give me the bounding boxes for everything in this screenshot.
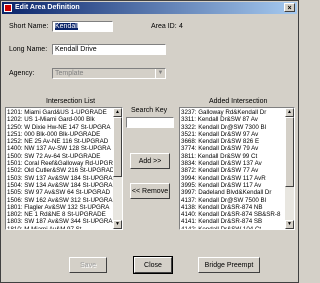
list-item[interactable]: 1803: SW 187 Av&SW 344 St-UPGRA	[7, 218, 113, 225]
list-item[interactable]: 3997: Dadeland Blvd&Kendall Dr	[181, 189, 285, 196]
chevron-down-icon[interactable]: ▼	[155, 69, 165, 78]
app-icon	[4, 4, 12, 12]
list-item[interactable]: 3994: Kendall Dr&SW 117 AvR	[181, 175, 285, 182]
list-item[interactable]: 1201: Miami Gard&US 1-UPGRADE	[7, 109, 113, 116]
search-key-input[interactable]	[126, 117, 174, 128]
list-item[interactable]: 1504: SW 134 Av&SW 184 St-UPGRA	[7, 182, 113, 189]
list-item[interactable]: 4142: Kendall Dr&SW 104 Ct	[181, 226, 285, 229]
agency-select[interactable]: Template ▼	[52, 68, 166, 79]
list-item[interactable]: 3995: Kendall Dr&SW 117 Av	[181, 182, 285, 189]
list-item[interactable]: 4138: Kendall Dr&SR-874 NB	[181, 204, 285, 211]
list-item[interactable]: 3521: Kendall Dr&SW 97 Av	[181, 131, 285, 138]
list-item[interactable]: 1506: SW 162 Av&SW 312 St-UPGRA	[7, 197, 113, 204]
list-item[interactable]: 3774: Kendall Dr&SW 79 Av	[181, 145, 285, 152]
bridge-preempt-button[interactable]: Bridge Preempt	[198, 257, 260, 273]
list-item[interactable]: 1502: Old Cutler&SW 216 St-UPGRAD	[7, 167, 113, 174]
list-item[interactable]: 3322: Kendall Dr@SW 7300 Bl	[181, 124, 285, 131]
list-item[interactable]: 1503: SW 137 Av&SW 184 St-UPGRAD	[7, 175, 113, 182]
added-intersection-heading: Added Intersection	[209, 98, 268, 105]
list-item[interactable]: 4141: Kendall Dr&SR-874 SB	[181, 218, 285, 225]
list-item[interactable]: 3872: Kendall Dr&SW 77 Av	[181, 167, 285, 174]
list-item[interactable]: 4137: Kendall Dr@SW 7500 Bl	[181, 197, 285, 204]
remove-button[interactable]: << Remove	[130, 183, 170, 199]
long-name-label: Long Name:	[9, 46, 48, 53]
list-item[interactable]: 1810: M Miami Av&M 97 St	[7, 226, 113, 229]
close-button-label: Close	[144, 262, 162, 269]
list-item[interactable]: 3237: Galloway Rd&Kendall Dr	[181, 109, 285, 116]
list-item[interactable]: 1501: Coral Reef&Galloway Rd-UPGRA	[7, 160, 113, 167]
list-item[interactable]: 1802: NE 1 Rd&NE 8 St-UPGRADE	[7, 211, 113, 218]
agency-label: Agency:	[9, 70, 35, 77]
added-scrollbar[interactable]: ▲ ▼	[285, 108, 294, 229]
long-name-value: Kendall Drive	[55, 46, 97, 53]
list-item[interactable]: 1500: SW 72 Av-64 St-UPGRADE	[7, 153, 113, 160]
add-button[interactable]: Add >>	[130, 153, 170, 169]
edit-area-dialog: Edit Area Definition × Short Name: Kenda…	[0, 0, 299, 283]
scroll-thumb[interactable]	[113, 117, 122, 177]
scroll-up-icon[interactable]: ▲	[285, 108, 294, 117]
intersection-scrollbar[interactable]: ▲ ▼	[113, 108, 122, 229]
agency-value: Template	[55, 70, 84, 77]
intersection-rows: 1201: Miami Gard&US 1-UPGRADE 1202: US 1-…	[7, 109, 113, 229]
save-button[interactable]: Save	[69, 257, 107, 273]
list-item[interactable]: 3311: Kendall Dr&SW 87 Av	[181, 116, 285, 123]
long-name-field[interactable]: Kendall Drive	[52, 44, 166, 55]
close-icon: ×	[287, 5, 292, 12]
close-button[interactable]: Close	[133, 256, 173, 274]
scroll-down-icon[interactable]: ▼	[285, 220, 294, 229]
area-id-label: Area ID:	[151, 23, 177, 30]
close-window-button[interactable]: ×	[284, 3, 295, 12]
scroll-down-icon[interactable]: ▼	[113, 220, 122, 229]
list-item[interactable]: 1400: NW 137 Av-SW 128 St-UPGRA	[7, 145, 113, 152]
list-item[interactable]: 4140: Kendall Dr&SR-874 SB&SR-8	[181, 211, 285, 218]
short-name-field[interactable]: Kendall	[52, 21, 113, 32]
list-item[interactable]: 1252: NE 25 Av-NE 116 St-UPGRAD	[7, 138, 113, 145]
list-item[interactable]: 1251: 000 Blk-000 Blk-UPGRADE	[7, 131, 113, 138]
list-item[interactable]: 1801: Flagler Av&SW 132 St-UPGRA	[7, 204, 113, 211]
scroll-up-icon[interactable]: ▲	[113, 108, 122, 117]
list-item[interactable]: 1505: SW 97 Av&SW 64 St-UPGRAD	[7, 189, 113, 196]
scroll-thumb[interactable]	[285, 117, 294, 187]
list-item[interactable]: 1202: US 1-Miami Gard-000 Blk	[7, 116, 113, 123]
added-intersection-listbox[interactable]: 3237: Galloway Rd&Kendall Dr 3311: Kendal…	[179, 107, 295, 230]
window-title: Edit Area Definition	[15, 4, 80, 11]
added-intersection-rows: 3237: Galloway Rd&Kendall Dr 3311: Kendal…	[181, 109, 285, 229]
short-name-value: Kendall	[55, 23, 79, 30]
list-item[interactable]: 3811: Kendall Dr&SW 99 Ct	[181, 153, 285, 160]
area-id-value: 4	[179, 23, 183, 30]
search-key-label: Search Key	[131, 107, 168, 114]
short-name-label: Short Name:	[9, 23, 49, 30]
intersection-listbox[interactable]: 1201: Miami Gard&US 1-UPGRADE 1202: US 1-…	[5, 107, 123, 230]
intersection-list-heading: Intersection List	[46, 98, 96, 105]
title-bar[interactable]: Edit Area Definition ×	[2, 2, 297, 14]
list-item[interactable]: 3668: Kendall Dr&SW 826 E	[181, 138, 285, 145]
list-item[interactable]: 3834: Kendall Dr&SW 137 Av	[181, 160, 285, 167]
list-item[interactable]: 1250: W Dixie Hw-NE 147 St-UPGRA	[7, 124, 113, 131]
